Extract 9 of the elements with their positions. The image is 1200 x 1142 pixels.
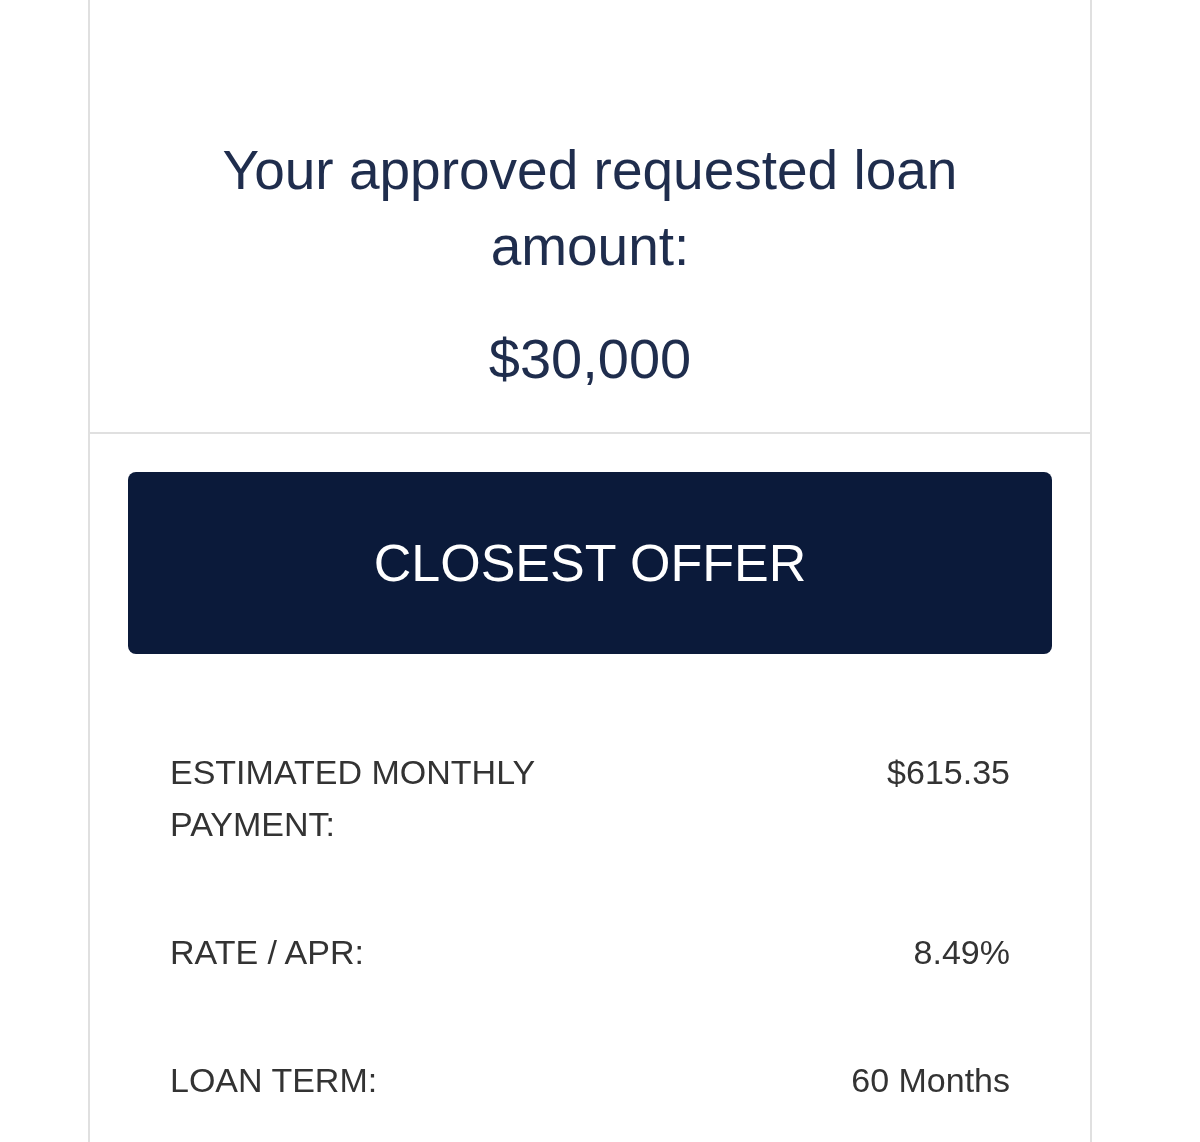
detail-label: RATE / APR:	[170, 932, 364, 973]
loan-heading: Your approved requested loan amount:	[221, 138, 959, 279]
detail-value: 8.49%	[913, 932, 1010, 973]
loan-amount: $30,000	[487, 326, 693, 392]
detail-value: 60 Months	[851, 1060, 1010, 1101]
detail-value: $615.35	[887, 752, 1010, 793]
detail-label: ESTIMATED MONTHLY PAYMENT:	[170, 752, 536, 845]
detail-label: LOAN TERM:	[170, 1060, 378, 1101]
closest-offer-button[interactable]: CLOSEST OFFER	[128, 472, 1052, 654]
